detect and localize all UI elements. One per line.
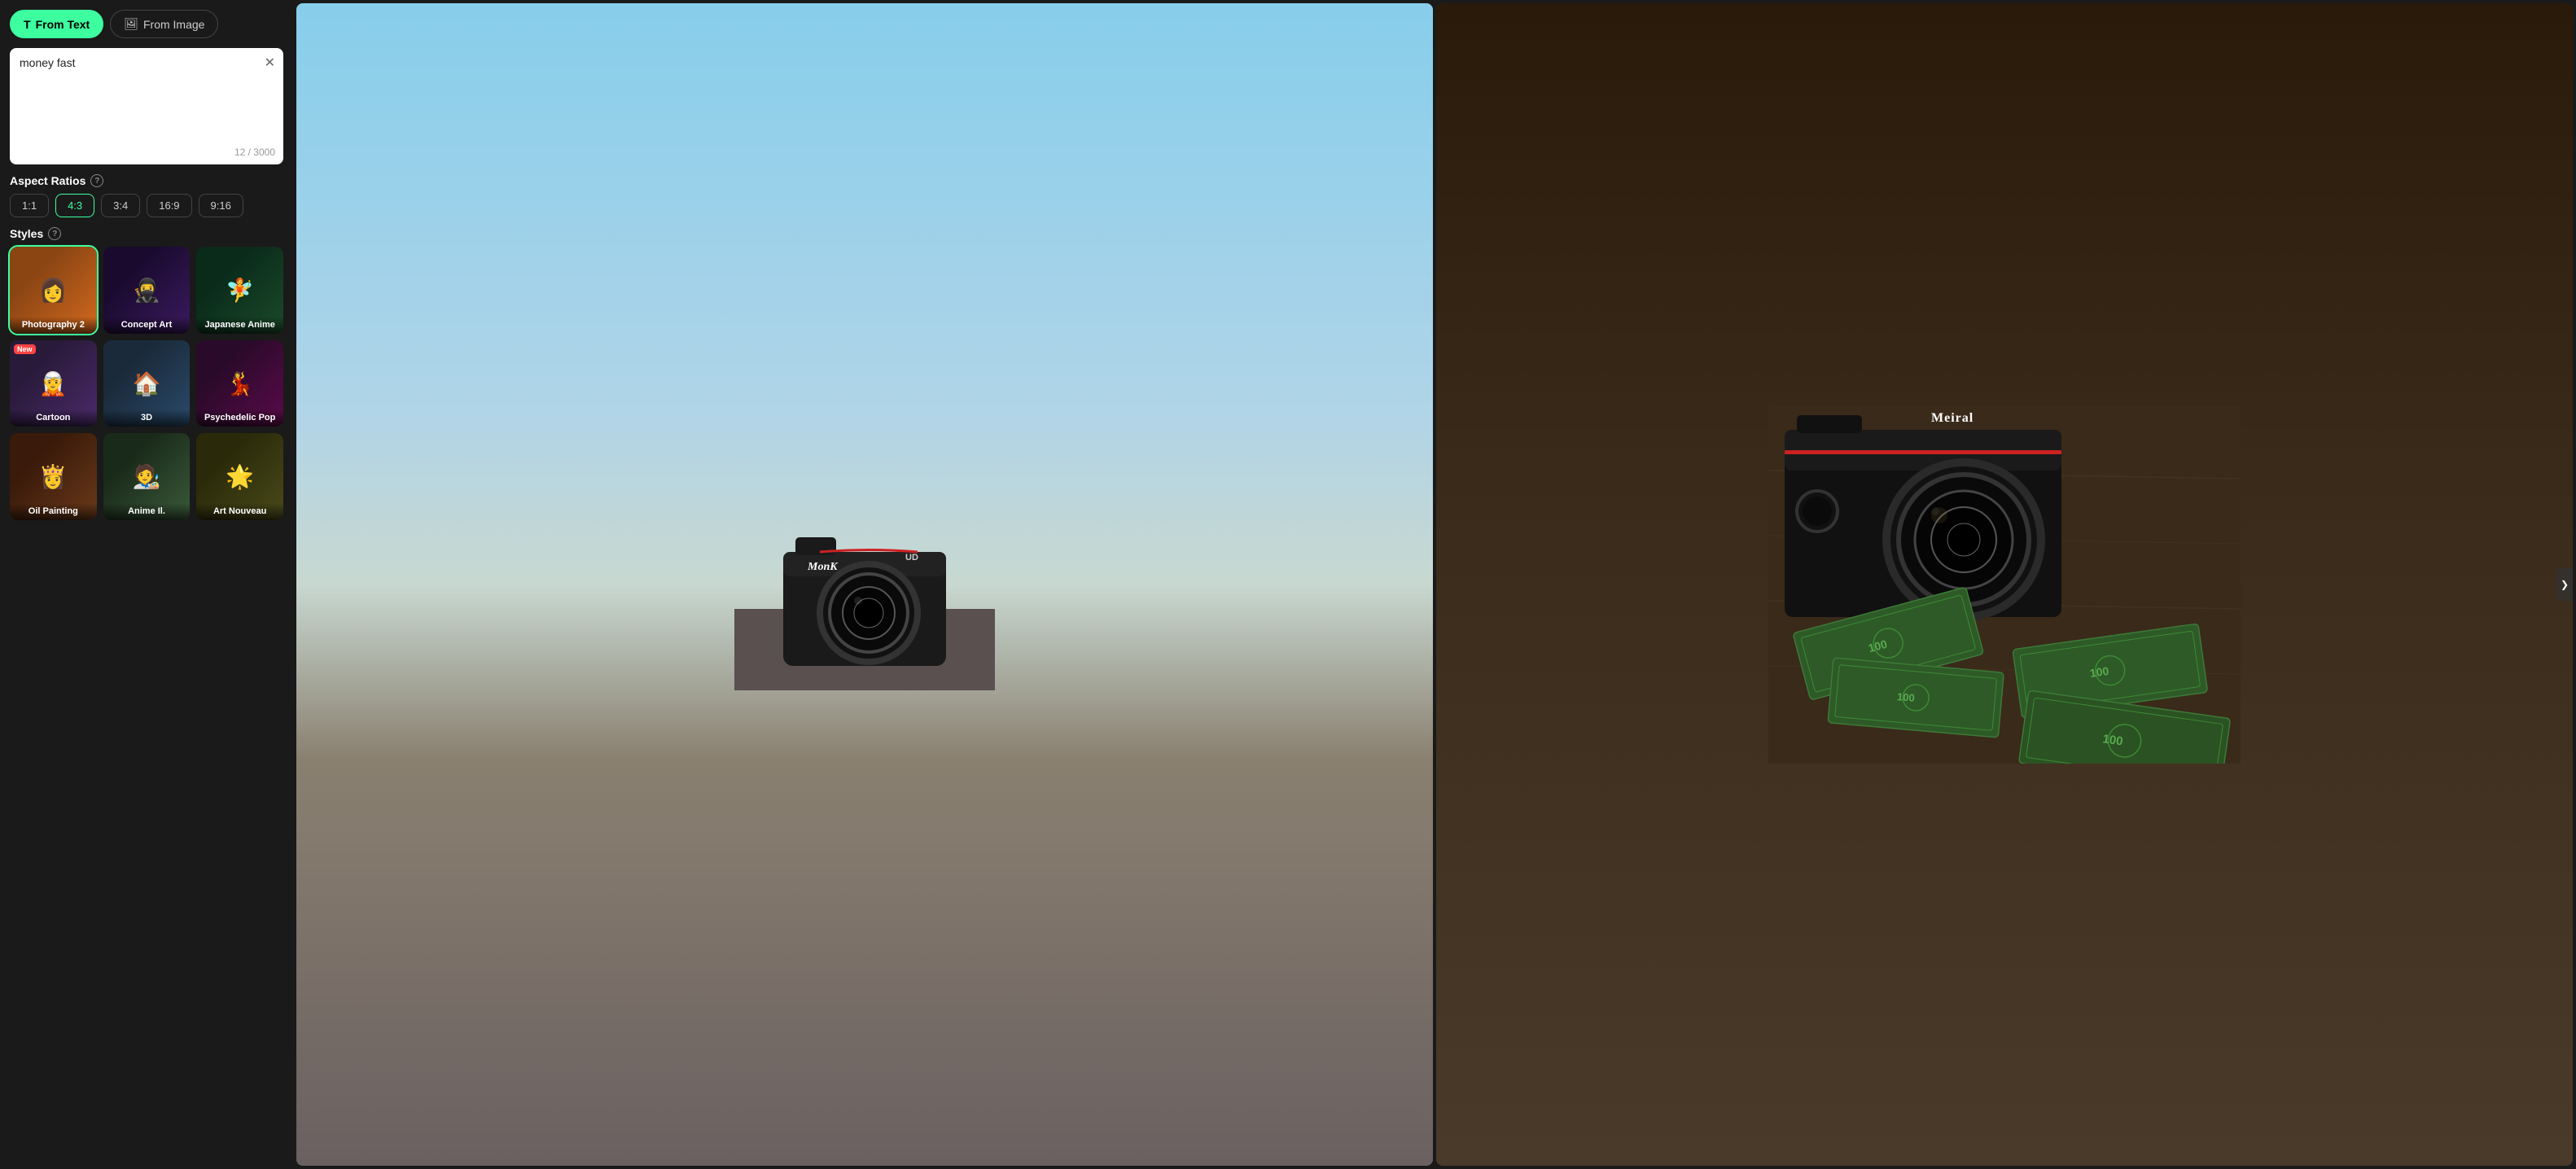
ratio-1-1[interactable]: 1:1 bbox=[10, 194, 49, 217]
svg-text:MonK: MonK bbox=[807, 561, 839, 573]
text-input-wrapper: ✕ money fast 12 / 3000 bbox=[10, 48, 283, 164]
camera-svg-right: Meiral bbox=[1768, 405, 2241, 764]
money-scene: Meiral bbox=[1436, 3, 2573, 1166]
style-anime-il-label: Anime Il. bbox=[103, 503, 191, 520]
styles-grid: Photography 2 Concept Art Japanese Anime… bbox=[10, 247, 283, 520]
style-oil-painting[interactable]: Oil Painting bbox=[10, 433, 97, 520]
style-japanese-anime-label: Japanese Anime bbox=[196, 317, 283, 334]
ratio-9-16[interactable]: 9:16 bbox=[199, 194, 243, 217]
styles-label: Styles bbox=[10, 227, 43, 240]
tab-from-text[interactable]: T From Text bbox=[10, 10, 103, 38]
style-3d-label: 3D bbox=[103, 409, 191, 427]
style-concept-art[interactable]: Concept Art bbox=[103, 247, 191, 334]
prompt-input[interactable]: money fast bbox=[20, 56, 274, 138]
style-psychedelic-pop-label: Psychedelic Pop bbox=[196, 409, 283, 427]
style-3d[interactable]: 3D bbox=[103, 340, 191, 427]
ratio-buttons: 1:1 4:3 3:4 16:9 9:16 bbox=[10, 194, 283, 217]
ratio-16-9[interactable]: 16:9 bbox=[147, 194, 191, 217]
clear-button[interactable]: ✕ bbox=[265, 55, 275, 71]
style-art-nouveau-label: Art Nouveau bbox=[196, 503, 283, 520]
style-psychedelic-pop[interactable]: Psychedelic Pop bbox=[196, 340, 283, 427]
style-anime-il[interactable]: Anime Il. bbox=[103, 433, 191, 520]
camera-svg-left: MonK UD bbox=[734, 479, 995, 690]
char-count: 12 / 3000 bbox=[234, 147, 275, 158]
styles-section: Styles ? Photography 2 Concept Art Japan… bbox=[10, 227, 283, 520]
style-japanese-anime[interactable]: Japanese Anime bbox=[196, 247, 283, 334]
aspect-ratios-label: Aspect Ratios bbox=[10, 174, 85, 187]
tab-from-text-label: From Text bbox=[36, 18, 90, 31]
main-content: MonK UD bbox=[293, 0, 2576, 1169]
svg-text:UD: UD bbox=[905, 553, 918, 563]
tab-from-image-label: From Image bbox=[143, 18, 204, 31]
styles-help-icon[interactable]: ? bbox=[48, 227, 61, 240]
sidebar: T From Text 🖼 From Image ✕ money fast 12… bbox=[0, 0, 293, 1169]
style-cartoon-label: Cartoon bbox=[10, 409, 97, 427]
ratio-4-3[interactable]: 4:3 bbox=[55, 194, 94, 217]
svg-text:100: 100 bbox=[2089, 664, 2110, 680]
tab-bar: T From Text 🖼 From Image bbox=[10, 10, 283, 38]
image-icon: 🖼 bbox=[124, 17, 138, 31]
style-photography2[interactable]: Photography 2 bbox=[10, 247, 97, 334]
aspect-ratios-section: Aspect Ratios ? 1:1 4:3 3:4 16:9 9:16 bbox=[10, 174, 283, 217]
style-art-nouveau[interactable]: Art Nouveau bbox=[196, 433, 283, 520]
aspect-ratios-help-icon[interactable]: ? bbox=[90, 174, 103, 187]
text-icon: T bbox=[24, 18, 31, 31]
style-concept-art-label: Concept Art bbox=[103, 317, 191, 334]
svg-text:100: 100 bbox=[1897, 690, 1916, 704]
style-photography2-label: Photography 2 bbox=[10, 317, 97, 334]
style-oil-painting-label: Oil Painting bbox=[10, 503, 97, 520]
tab-from-image[interactable]: 🖼 From Image bbox=[110, 10, 218, 38]
new-badge: New bbox=[14, 344, 36, 354]
image-panel-right[interactable]: Meiral bbox=[1436, 3, 2573, 1166]
ratio-3-4[interactable]: 3:4 bbox=[101, 194, 140, 217]
camera-scene-left: MonK UD bbox=[296, 3, 1433, 1166]
image-panel-left[interactable]: MonK UD bbox=[296, 3, 1433, 1166]
svg-text:100: 100 bbox=[2101, 732, 2123, 748]
svg-text:Meiral: Meiral bbox=[1931, 411, 1974, 425]
scroll-right-arrow[interactable]: ❯ bbox=[2556, 568, 2573, 601]
style-cartoon[interactable]: New Cartoon bbox=[10, 340, 97, 427]
